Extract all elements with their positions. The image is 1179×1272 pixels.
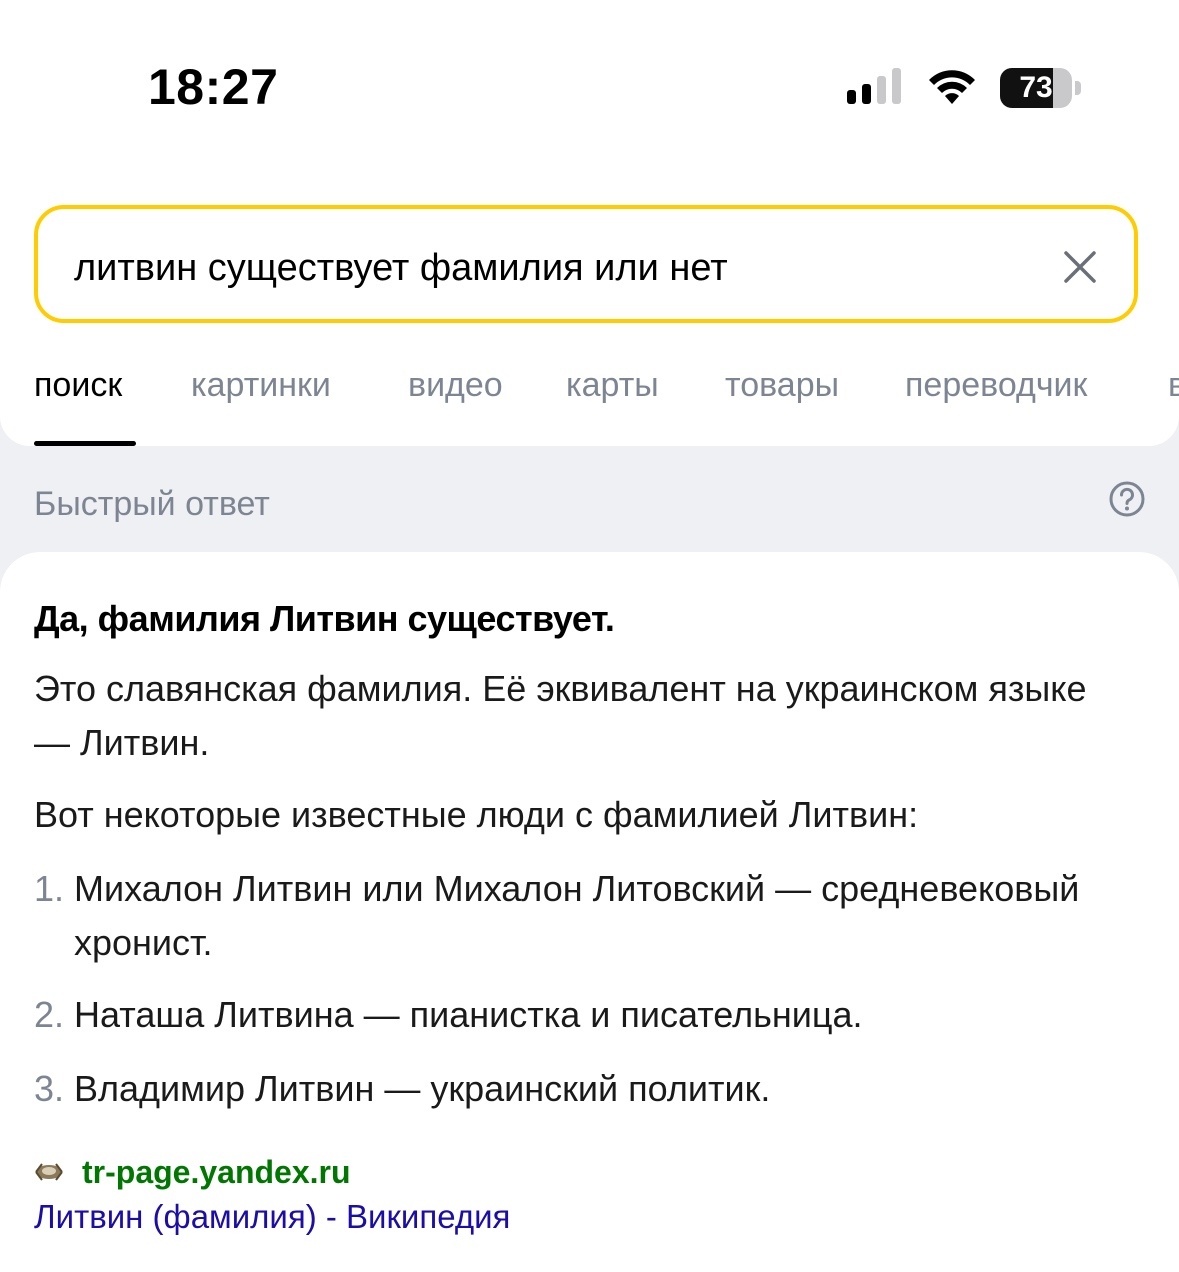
search-input[interactable]: литвин существует фамилия или нет	[34, 205, 1138, 323]
answer-paragraph: Вот некоторые известные люди с фамилией …	[34, 794, 919, 835]
search-query[interactable]: литвин существует фамилия или нет	[74, 247, 728, 290]
answer-paragraph: Это славянская фамилия. Её эквивалент на…	[34, 668, 1087, 763]
list-text: Михалон Литвин или Михалон Литовский — с…	[74, 868, 1080, 963]
list-text: Наташа Литвина — пианистка и писательниц…	[74, 994, 863, 1035]
wifi-icon	[929, 70, 975, 104]
answer-title: Да, фамилия Литвин существует.	[34, 598, 615, 639]
quick-answer-header: Быстрый ответ	[34, 485, 270, 523]
tab-more[interactable]: в	[1168, 366, 1179, 405]
status-time: 18:27	[148, 59, 279, 115]
top-panel: 18:27 73 литвин существует фамилия или н…	[0, 0, 1179, 446]
list-number: 2.	[34, 994, 65, 1035]
tab-search[interactable]: поиск	[34, 366, 122, 405]
search-tabs: поиск картинки видео карты товары перево…	[34, 366, 1179, 446]
tab-video[interactable]: видео	[408, 366, 503, 405]
active-tab-indicator	[34, 441, 136, 446]
tab-products[interactable]: товары	[725, 366, 839, 405]
site-favicon-icon	[35, 1163, 63, 1181]
close-icon[interactable]	[1062, 249, 1098, 285]
cellular-signal-icon	[847, 68, 901, 104]
list-text: Владимир Литвин — украинский политик.	[74, 1068, 771, 1109]
battery-icon: 73	[1000, 68, 1082, 108]
tab-translator[interactable]: переводчик	[905, 366, 1087, 405]
list-number: 1.	[34, 868, 65, 909]
source-domain-link[interactable]: tr-page.yandex.ru	[82, 1154, 351, 1191]
list-item: 1. Михалон Литвин или Михалон Литовский …	[34, 862, 1134, 970]
source-title-link[interactable]: Литвин (фамилия) - Википедия	[34, 1198, 510, 1236]
battery-level: 73	[1019, 71, 1053, 104]
list-item: 3. Владимир Литвин — украинский политик.	[34, 1062, 1134, 1116]
question-circle-icon[interactable]	[1108, 480, 1146, 518]
list-number: 3.	[34, 1068, 65, 1109]
tab-maps[interactable]: карты	[566, 366, 659, 405]
quick-answer-card: Да, фамилия Литвин существует. Это славя…	[0, 552, 1179, 1272]
list-item: 2. Наташа Литвина — пианистка и писатель…	[34, 988, 1134, 1042]
tab-images[interactable]: картинки	[191, 366, 331, 405]
